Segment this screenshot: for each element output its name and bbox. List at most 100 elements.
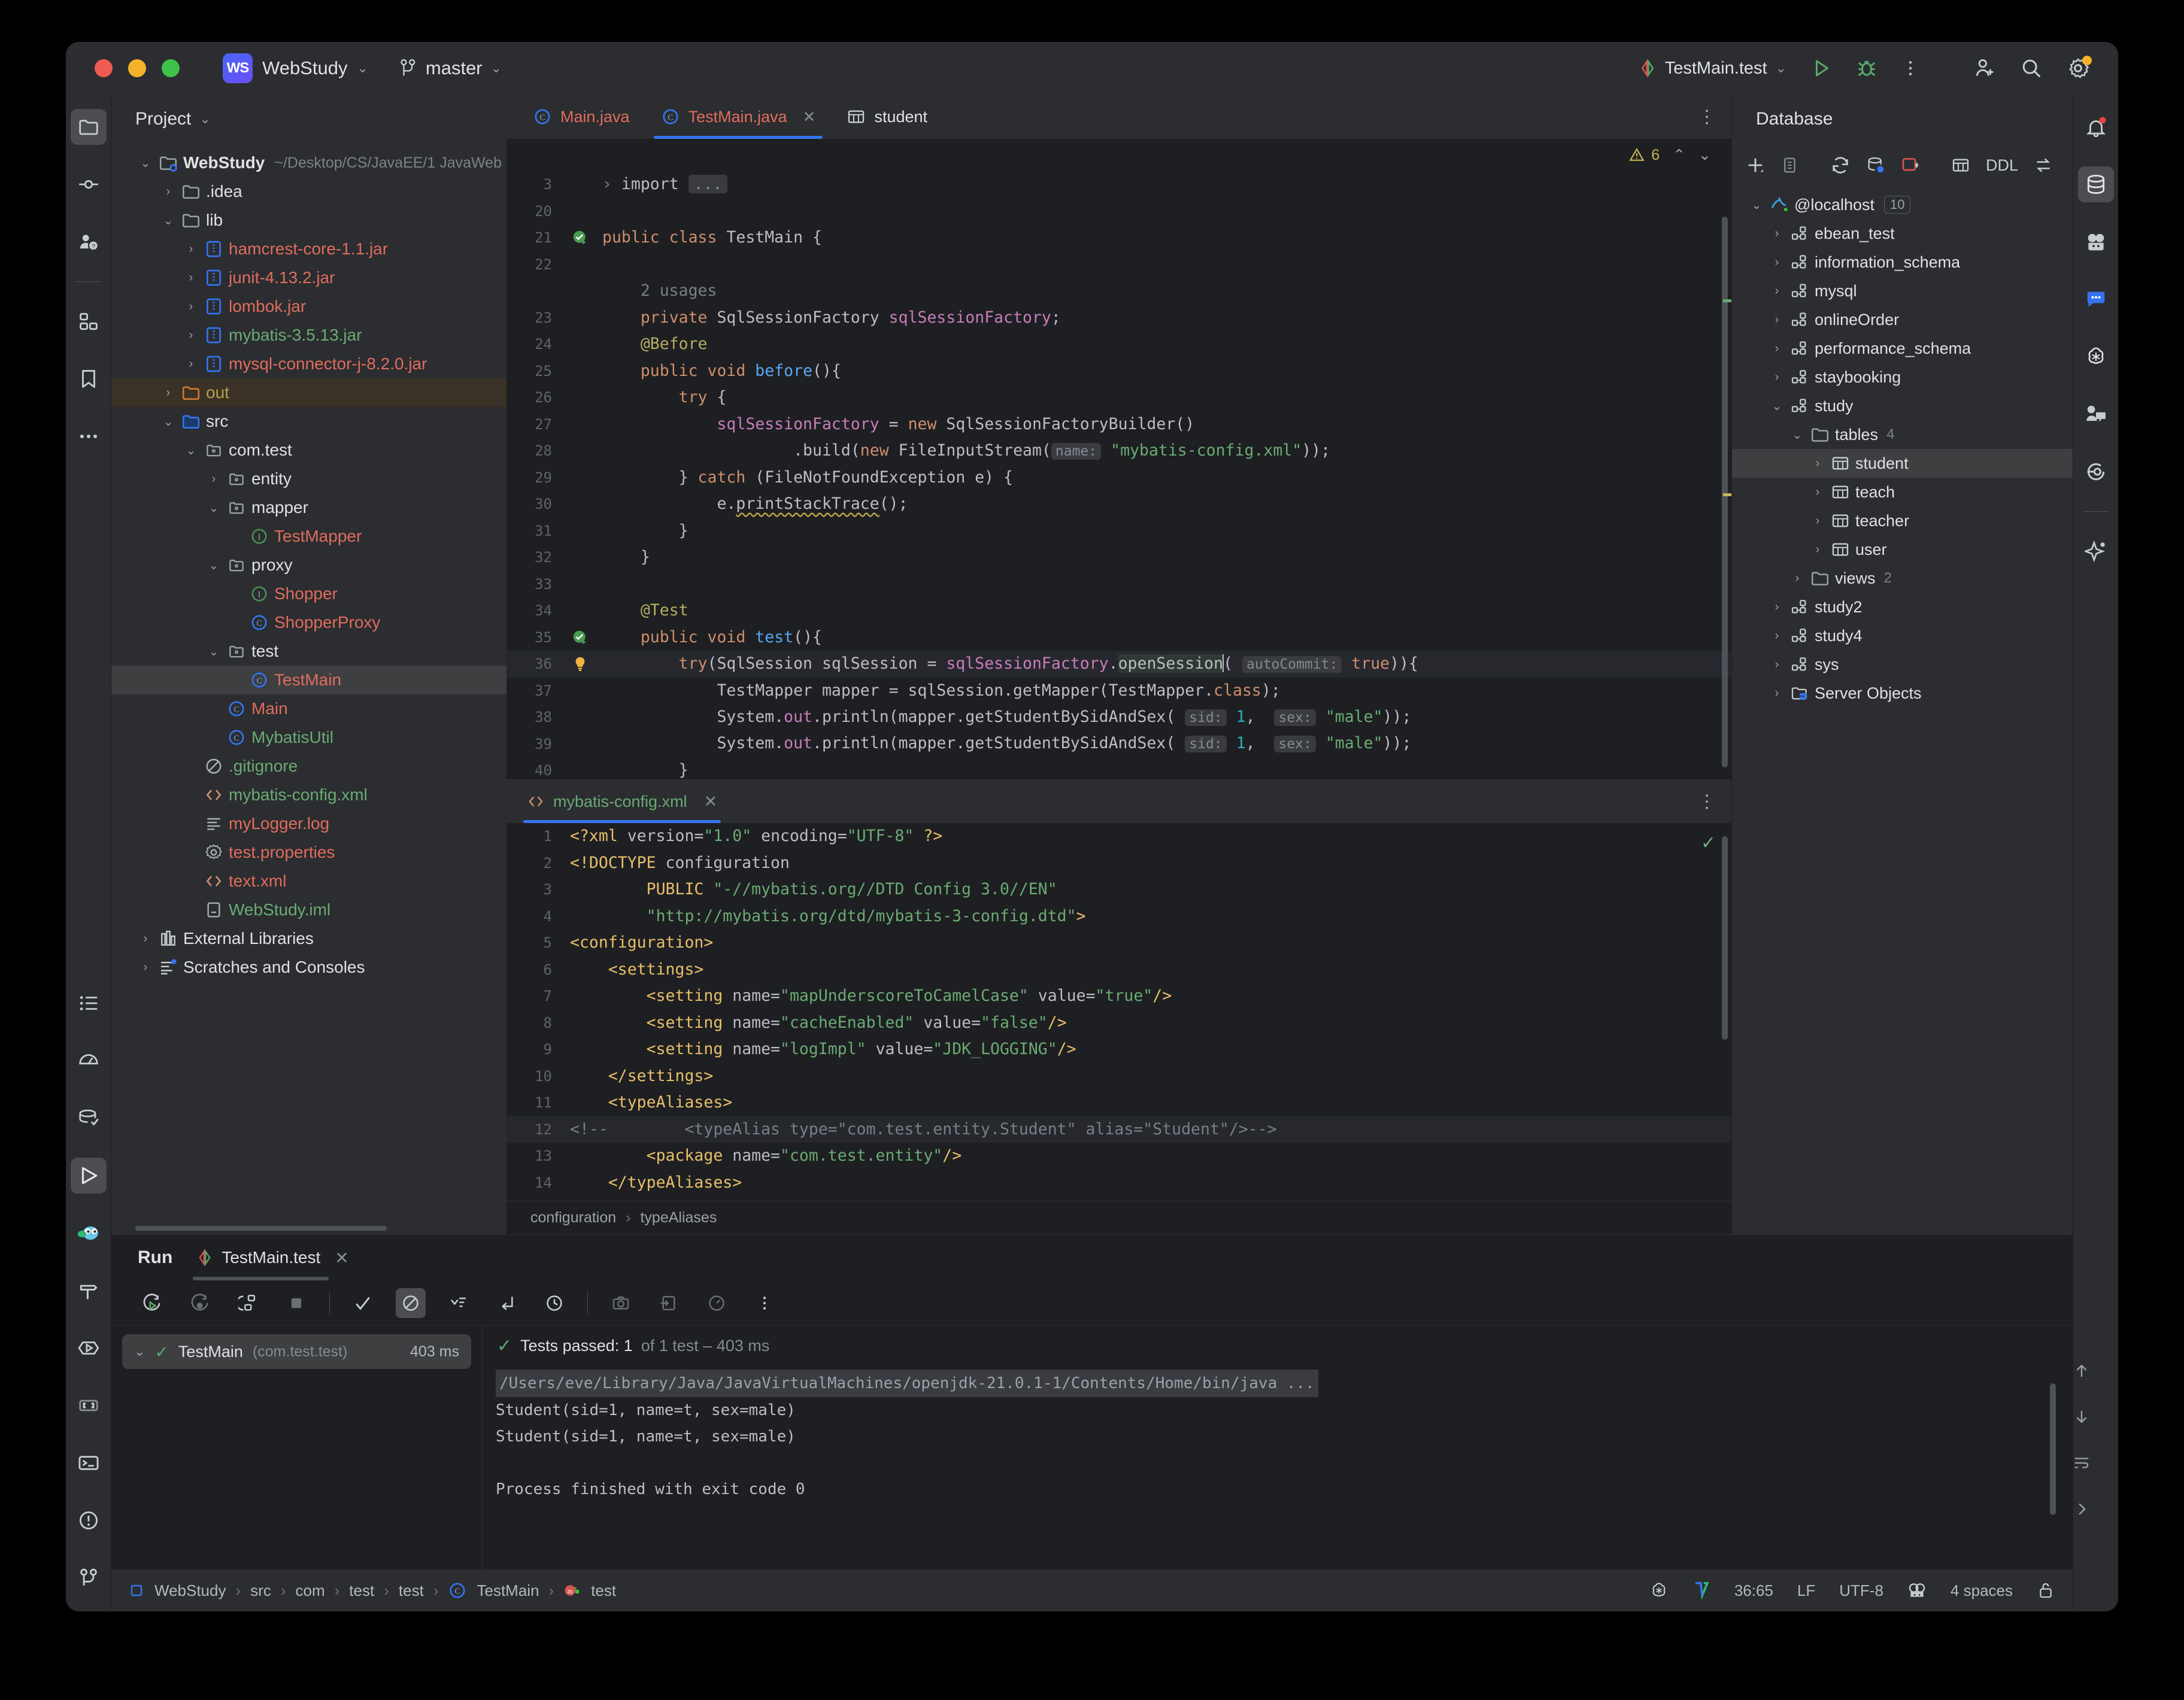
editor-more-actions-icon[interactable]: ⋮	[1698, 95, 1731, 139]
sidebar-item-pull-requests[interactable]: ?	[71, 224, 107, 260]
status-breadcrumbs[interactable]: WebStudy › src › com › test › test › C TestMain › m te…	[154, 1581, 616, 1600]
stop-connection-icon[interactable]	[1901, 156, 1920, 175]
run-toolbar[interactable]	[111, 1280, 2073, 1326]
sidebar-item-local-history[interactable]	[2078, 454, 2114, 490]
sort-icon[interactable]	[444, 1288, 474, 1318]
database-tree[interactable]: ⌄ @localhost 10 › ebean_test › information_sch…	[1732, 187, 2073, 1234]
status-breadcrumb-item[interactable]: src	[250, 1581, 271, 1600]
close-icon[interactable]: ✕	[335, 1248, 348, 1268]
window-controls[interactable]	[95, 59, 180, 77]
project-tree-item-webstudy-iml[interactable]: WebStudy.iml	[111, 895, 506, 924]
status-breadcrumb-item[interactable]: test	[349, 1581, 374, 1600]
sidebar-item-scope[interactable]	[71, 1388, 107, 1423]
more-actions-icon[interactable]	[1901, 58, 1919, 78]
refresh-icon[interactable]	[1830, 155, 1851, 175]
ddl-button[interactable]: DDL	[1986, 156, 2018, 175]
database-tree-item-student[interactable]: › student	[1732, 449, 2073, 478]
sidebar-item-database-right[interactable]	[2077, 166, 2114, 202]
project-tree-item-shopper[interactable]: I Shopper	[111, 579, 506, 608]
chevron-right-icon[interactable]: ›	[1807, 543, 1828, 557]
run-test-gutter-icon[interactable]	[564, 629, 596, 646]
run-icon[interactable]	[1810, 57, 1832, 79]
status-breadcrumb-item[interactable]: WebStudy	[154, 1581, 226, 1600]
chevron-down-icon[interactable]: ⌄	[134, 1344, 145, 1359]
xml-tab-bar[interactable]: mybatis-config.xml ✕ ⋮	[506, 780, 1731, 823]
chevron-down-icon[interactable]: ⌄	[135, 156, 156, 171]
chevron-down-icon[interactable]: ⌄	[158, 213, 178, 228]
chevron-right-icon[interactable]: ›	[181, 271, 201, 285]
sidebar-item-chat[interactable]	[2078, 281, 2114, 317]
chevron-down-icon[interactable]: ⌄	[199, 113, 210, 126]
expand-icon[interactable]	[492, 1288, 521, 1318]
editor-tab-main-java[interactable]: C Main.java	[517, 95, 645, 139]
project-horizontal-scrollbar[interactable]	[135, 1226, 387, 1231]
test-results-tree[interactable]: ⌄ ✓ TestMain (com.test.test) 403 ms	[111, 1326, 483, 1570]
maximize-window-button[interactable]	[162, 59, 180, 77]
chevron-right-icon[interactable]: ›	[1767, 371, 1787, 384]
database-tree-item-study[interactable]: ⌄ study	[1732, 391, 2073, 420]
rerun-automatically-icon[interactable]	[233, 1288, 263, 1318]
hide-ignored-icon[interactable]	[396, 1288, 426, 1318]
chevron-right-icon[interactable]: ›	[1767, 658, 1787, 672]
chevron-right-icon[interactable]: ›	[1767, 342, 1787, 356]
chevron-right-icon[interactable]: ›	[158, 185, 178, 199]
sidebar-item-run[interactable]	[70, 1158, 107, 1194]
chevron-right-icon[interactable]: ›	[1807, 485, 1828, 499]
vim-icon[interactable]	[1692, 1581, 1710, 1600]
console-scrollbar[interactable]	[2050, 1383, 2056, 1515]
database-tree-item-server-objects[interactable]: › Server Objects	[1732, 679, 2073, 708]
project-tree-item-proxy[interactable]: ⌄ proxy	[111, 551, 506, 579]
sidebar-item-ai-assistant[interactable]	[2078, 224, 2114, 260]
chevron-down-icon[interactable]: ⌄	[1767, 399, 1787, 414]
database-tree-item-teacher[interactable]: › teacher	[1732, 506, 2073, 535]
xml-breadcrumb[interactable]: configuration › typeAliases	[506, 1201, 1731, 1234]
chevron-right-icon[interactable]: ›	[1807, 457, 1828, 470]
snapshot-icon[interactable]	[606, 1288, 636, 1318]
chevron-down-icon[interactable]: ⌄	[204, 644, 224, 659]
project-tree-item-gitignore[interactable]: .gitignore	[111, 752, 506, 781]
project-tree-item-webstudy[interactable]: ⌄ WebStudy ~/Desktop/CS/JavaEE/1 JavaWeb	[111, 148, 506, 177]
add-icon[interactable]	[1745, 155, 1766, 175]
database-tree-item-teach[interactable]: › teach	[1732, 478, 2073, 506]
project-tree-item-mylogger-log[interactable]: myLogger.log	[111, 809, 506, 838]
search-everywhere-icon[interactable]	[2020, 57, 2043, 80]
rerun-icon[interactable]	[138, 1288, 168, 1318]
encoding-label[interactable]: UTF-8	[1839, 1581, 1883, 1600]
branch-selector[interactable]: master ⌄	[399, 57, 502, 79]
sidebar-item-commit[interactable]	[71, 166, 107, 202]
database-tree-item-onlineorder[interactable]: › onlineOrder	[1732, 305, 2073, 334]
add-collaborator-icon[interactable]	[1973, 57, 1996, 80]
scroll-down-icon[interactable]	[2073, 1408, 2091, 1429]
import-tests-icon[interactable]	[654, 1288, 684, 1318]
project-tree-item-entity[interactable]: › entity	[111, 465, 506, 493]
console-side-actions[interactable]	[2073, 1362, 2091, 1521]
project-tree-item-mybatisutil[interactable]: C MybatisUtil	[111, 723, 506, 752]
history-icon[interactable]	[539, 1288, 569, 1318]
project-tree-item-junit-4-13-2-jar[interactable]: › junit-4.13.2.jar	[111, 263, 506, 292]
project-tree-item-testmapper[interactable]: I TestMapper	[111, 522, 506, 551]
chevron-right-icon[interactable]: ›	[1767, 687, 1787, 700]
indent-label[interactable]: 4 spaces	[1951, 1581, 2013, 1600]
database-tree-item-ebean-test[interactable]: › ebean_test	[1732, 219, 2073, 248]
project-tree-item-shopperproxy[interactable]: C ShopperProxy	[111, 608, 506, 637]
database-tree-item-study2[interactable]: › study2	[1732, 593, 2073, 621]
sidebar-item-services[interactable]	[71, 1330, 107, 1366]
project-tree-item-mybatis-config-xml[interactable]: mybatis-config.xml	[111, 781, 506, 809]
tab-mybatis-config-xml[interactable]: mybatis-config.xml ✕	[517, 780, 727, 823]
chevron-down-icon[interactable]: ⌄	[158, 414, 178, 429]
editor-tab-bar[interactable]: C Main.java C TestMain.java ✕ student ⋮	[506, 95, 1731, 139]
xml-editor-body[interactable]: 1 <?xml version="1.0" encoding="UTF-8" ?>…	[506, 823, 1731, 1201]
sidebar-item-profiler[interactable]	[71, 1043, 107, 1079]
editor-tab-testmain-java[interactable]: C TestMain.java ✕	[645, 95, 832, 139]
project-tree-item-text-xml[interactable]: text.xml	[111, 867, 506, 895]
status-breadcrumb-item[interactable]: com	[296, 1581, 325, 1600]
sidebar-item-build[interactable]	[71, 1273, 107, 1309]
project-tree-item-out[interactable]: › out	[111, 378, 506, 407]
close-icon[interactable]: ✕	[704, 793, 718, 811]
soft-wrap-icon[interactable]	[2073, 1454, 2091, 1475]
lock-icon[interactable]	[2037, 1581, 2055, 1600]
database-tree-item-mysql[interactable]: › mysql	[1732, 277, 2073, 305]
jump-to-icon[interactable]	[2034, 156, 2053, 175]
chevron-right-icon[interactable]: ›	[1767, 629, 1787, 643]
database-tree-item-localhost[interactable]: ⌄ @localhost 10	[1732, 190, 2073, 219]
